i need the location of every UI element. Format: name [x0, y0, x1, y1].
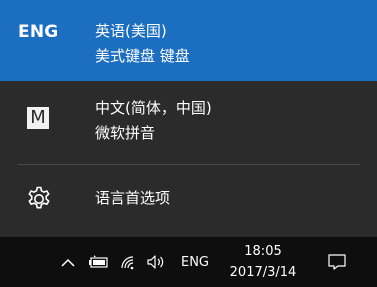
- language-name: 英语(美国): [95, 22, 167, 40]
- language-name: 中文(简体，中国): [95, 99, 212, 117]
- language-flyout: ENG 英语(美国) 美式键盘 键盘 中文(简体，中国) 微软拼音 M 语言首选…: [0, 0, 377, 237]
- gear-icon: [28, 186, 50, 209]
- show-hidden-icons-button[interactable]: [57, 237, 79, 287]
- keyboard-layout-name: 美式键盘 键盘: [95, 47, 190, 65]
- input-indicator-button[interactable]: ENG: [175, 237, 215, 287]
- language-code-eng: ENG: [18, 22, 59, 42]
- action-center-icon: [328, 254, 346, 270]
- chevron-up-icon: [61, 258, 75, 267]
- battery-button[interactable]: [86, 237, 112, 287]
- clock-button[interactable]: 18:05 2017/3/14: [222, 241, 304, 283]
- wifi-icon: [121, 256, 134, 270]
- divider: [18, 164, 360, 165]
- language-preferences-label: 语言首选项: [95, 189, 171, 207]
- network-button[interactable]: [117, 237, 141, 287]
- input-indicator-label: ENG: [180, 254, 209, 270]
- volume-button[interactable]: [144, 237, 168, 287]
- taskbar: ENG 18:05 2017/3/14: [0, 237, 377, 287]
- action-center-button[interactable]: [322, 237, 352, 287]
- language-item-chinese[interactable]: 中文(简体，中国) 微软拼音: [0, 82, 377, 162]
- language-preferences-link[interactable]: 语言首选项: [0, 168, 377, 228]
- clock-date: 2017/3/14: [229, 265, 297, 280]
- language-item-english[interactable]: ENG 英语(美国) 美式键盘 键盘: [0, 0, 377, 81]
- volume-icon: [147, 255, 164, 269]
- clock-time: 18:05: [244, 244, 282, 259]
- keyboard-layout-name: 微软拼音: [95, 124, 156, 142]
- battery-icon: [89, 255, 108, 268]
- microsoft-pinyin-icon: M: [27, 107, 49, 129]
